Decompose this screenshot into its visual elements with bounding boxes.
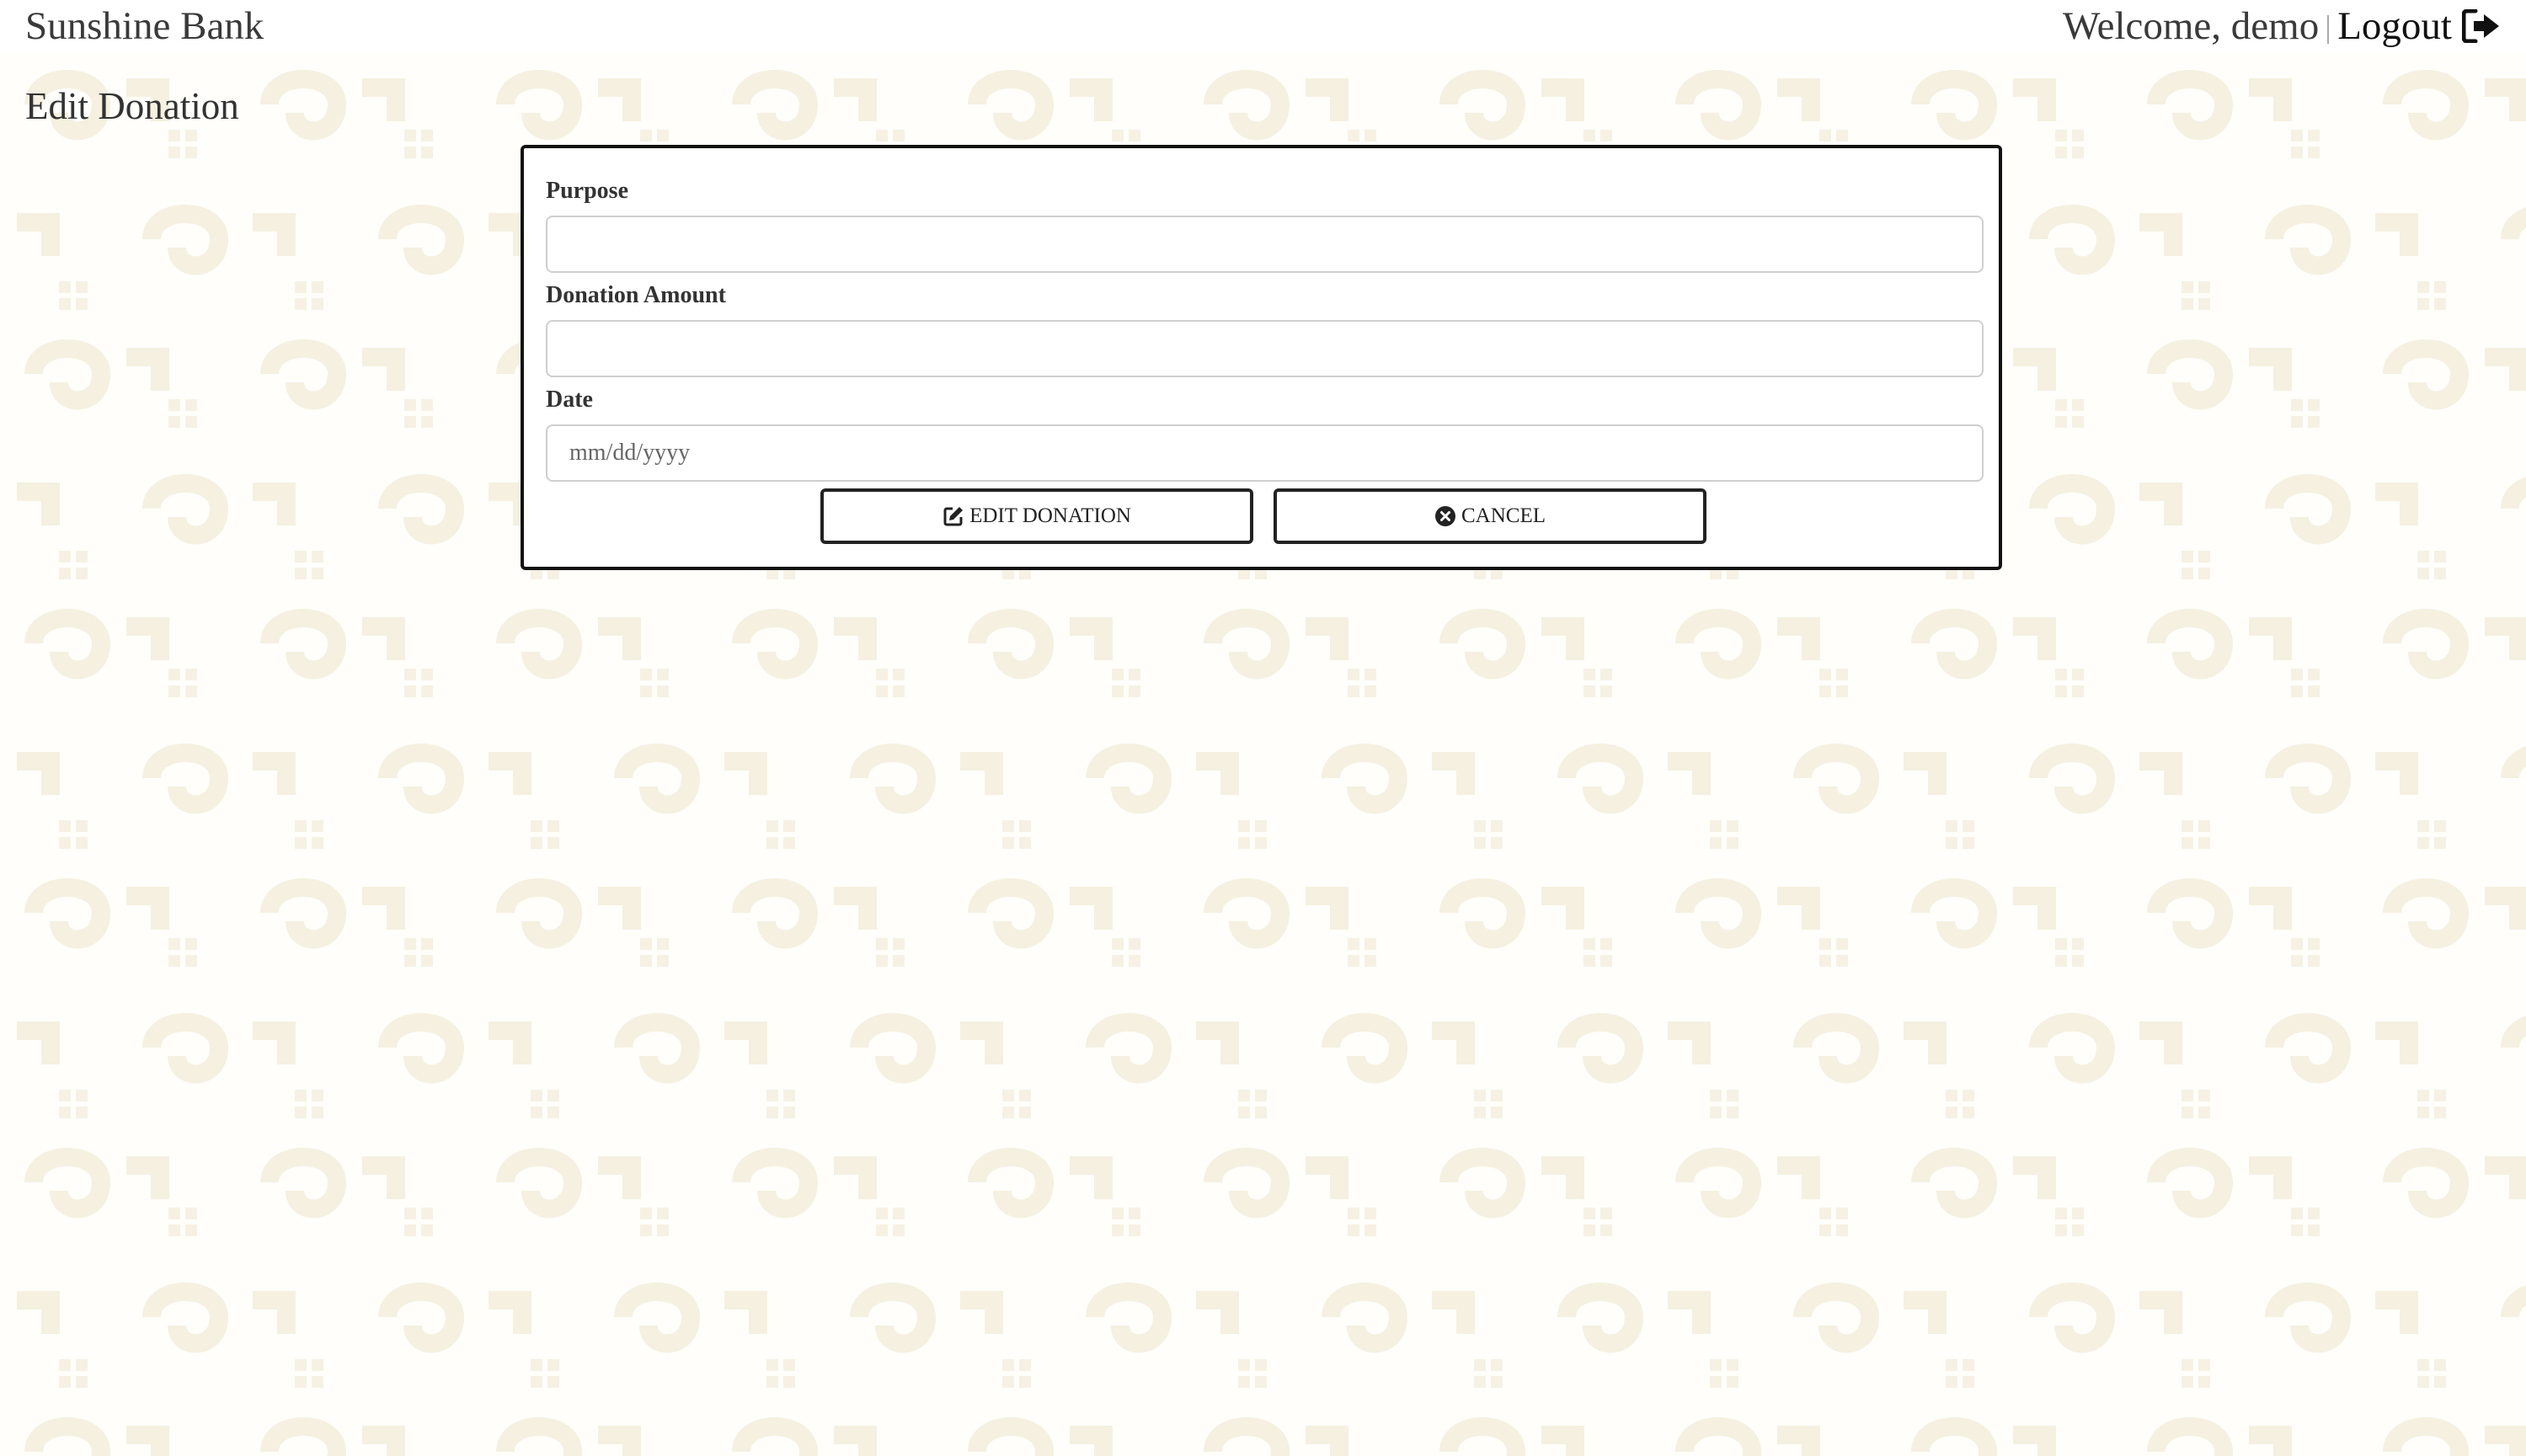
donation-amount-label: Donation Amount bbox=[546, 282, 726, 308]
date-input[interactable] bbox=[546, 424, 1984, 482]
user-area: Welcome, demo Logout bbox=[2063, 2, 2501, 51]
cancel-label: CANCEL bbox=[1461, 504, 1546, 527]
brand-title[interactable]: Sunshine Bank bbox=[25, 2, 264, 51]
page-title: Edit Donation bbox=[25, 85, 239, 127]
purpose-input[interactable] bbox=[546, 216, 1984, 273]
edit-donation-button[interactable]: EDIT DONATION bbox=[820, 488, 1253, 544]
logout-label: Logout bbox=[2337, 4, 2452, 48]
sign-out-icon bbox=[2462, 9, 2499, 43]
logout-link[interactable]: Logout bbox=[2337, 2, 2501, 51]
cancel-button[interactable]: CANCEL bbox=[1274, 488, 1706, 544]
nav-separator bbox=[2327, 15, 2330, 44]
edit-icon bbox=[943, 507, 964, 526]
purpose-label: Purpose bbox=[546, 178, 628, 204]
date-label: Date bbox=[546, 387, 593, 413]
edit-donation-form: Purpose Donation Amount Date EDIT DONATI… bbox=[521, 145, 2002, 570]
donation-amount-input[interactable] bbox=[546, 320, 1984, 377]
top-navbar: Sunshine Bank Welcome, demo Logout bbox=[0, 0, 2526, 54]
times-circle-icon bbox=[1435, 506, 1455, 526]
edit-donation-label: EDIT DONATION bbox=[969, 504, 1131, 527]
welcome-text: Welcome, demo bbox=[2063, 4, 2320, 48]
